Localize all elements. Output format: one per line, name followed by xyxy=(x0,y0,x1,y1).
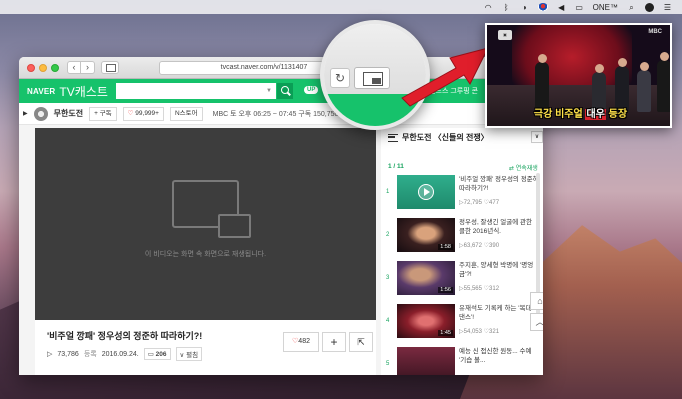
item-stats: ▷55,565 ♡312 xyxy=(459,286,500,292)
pip-logo-icon: ▣ xyxy=(498,30,512,40)
fullscreen-button[interactable] xyxy=(51,64,59,72)
tvcast-logo[interactable]: TV캐스트 xyxy=(59,83,107,100)
search-input[interactable] xyxy=(116,83,276,99)
item-title: '비주얼 깡패' 정우성의 정준하 따라하기?! xyxy=(459,176,539,192)
search-icon[interactable]: ⌕ xyxy=(627,3,636,12)
close-button[interactable] xyxy=(27,64,35,72)
playlist-header: 무한도전 〈신들의 전쟁〉 xyxy=(388,132,489,143)
back-button[interactable]: ‹ xyxy=(67,61,81,74)
playlist-icon xyxy=(388,133,398,142)
item-title: 예능 신 접신한 원동... 수예 '기습 볼... xyxy=(459,348,532,364)
autoplay-toggle[interactable]: ⇄ 연속재생 xyxy=(509,163,538,172)
menu-bar: ◠ ᛒ ◑ ◀ ▭ ONE™ ⌕ ☰ xyxy=(0,0,682,14)
battery-icon[interactable]: ▭ xyxy=(575,3,584,12)
nstore-button[interactable]: N스토어 xyxy=(169,106,203,121)
sidebar-toggle-button[interactable] xyxy=(101,61,119,74)
item-number: 1 xyxy=(386,189,390,195)
home-button[interactable]: ⌂ xyxy=(530,292,543,310)
channel-avatar[interactable] xyxy=(33,106,48,121)
search-dropdown-icon[interactable]: ▼ xyxy=(266,88,272,94)
sync-icon[interactable]: ◑ xyxy=(520,3,529,12)
playlist-count: 1 / 11 xyxy=(388,163,404,170)
bluetooth-icon[interactable]: ᛒ xyxy=(502,3,511,12)
home-icon: ⌂ xyxy=(537,296,543,306)
video-meta: ▷ 73,786 등록 2016.09.24. ▭ 206 ∨ 펼침 xyxy=(47,347,203,361)
channel-like-button[interactable]: ♡ 99,999+ xyxy=(122,106,164,121)
thumbnail[interactable] xyxy=(397,347,455,375)
duration: 1:45 xyxy=(438,330,453,336)
chevron-up-icon: ︿ xyxy=(535,317,543,327)
channel-likes: 99,999+ xyxy=(135,109,159,117)
duration: 1:56 xyxy=(438,287,453,293)
expand-button[interactable]: ∨ 펼침 xyxy=(175,347,203,361)
like-button[interactable]: ♡482 xyxy=(283,332,319,352)
channel-name[interactable]: 무한도전 xyxy=(54,108,83,119)
views-icon: ▷ xyxy=(47,351,53,358)
thumbnail[interactable]: 1:58 xyxy=(397,218,455,252)
duration: 1:58 xyxy=(438,244,453,250)
play-icon xyxy=(418,184,434,200)
list-item[interactable]: 1 '비주얼 깡패' 정우성의 정준하 따라하기?! ▷72,795 ♡477 xyxy=(381,173,539,215)
pip-window[interactable]: ▣ MBC 극강 비주얼 대우 등장 xyxy=(485,23,672,128)
item-title: 정우성, 잘생긴 얼굴에 관한 클한 2016년식. xyxy=(459,219,533,235)
comments-button[interactable]: ▭ 206 xyxy=(143,348,171,360)
item-stats: ▷63,672 ♡390 xyxy=(459,243,500,249)
add-to-playlist-button[interactable]: + xyxy=(322,332,346,352)
video-info: '비주얼 깡패' 정우성의 정준하 따라하기?! ▷ 73,786 등록 201… xyxy=(35,320,376,375)
item-title: 유재석도 기록케 하는 '복대 댄스'! xyxy=(459,305,532,321)
channel-expand-icon[interactable]: ▶ xyxy=(23,110,28,117)
pip-channel-logo: MBC xyxy=(648,29,662,35)
menu-clock[interactable]: ONE™ xyxy=(593,3,618,12)
list-item[interactable]: 3 1:56 주지훈, 양세형 박명에 '명엉금'?! ▷55,565 ♡312 xyxy=(381,259,539,301)
upload-date: 2016.09.24. xyxy=(101,350,139,358)
scroll-top-button[interactable]: ︿ xyxy=(530,313,543,331)
pip-placeholder-small-icon xyxy=(218,214,251,238)
view-count: 73,786 xyxy=(57,350,79,358)
playlist-panel: 무한도전 〈신들의 전쟁〉 ∨ 1 / 11 ⇄ 연속재생 1 '비주얼 깡패'… xyxy=(381,128,543,375)
minimize-button[interactable] xyxy=(39,64,47,72)
comment-icon: ▭ xyxy=(147,351,154,358)
pip-caption: 극강 비주얼 대우 등장 xyxy=(533,109,628,120)
red-arrow xyxy=(401,47,489,107)
item-stats: ▷72,795 ♡477 xyxy=(459,200,500,206)
list-item[interactable]: 4 1:45 유재석도 기록케 하는 '복대 댄스'! ▷54,053 ♡321 xyxy=(381,302,539,344)
video-title: '비주얼 깡패' 정우성의 정준하 따라하기?! xyxy=(47,331,203,341)
item-number: 3 xyxy=(386,275,390,281)
video-player[interactable]: 이 비디오는 화면 속 화면으로 재생됩니다. xyxy=(35,128,376,320)
search-button[interactable] xyxy=(277,83,293,99)
korean-input-icon[interactable] xyxy=(537,3,548,11)
subscribe-button[interactable]: + 구독 xyxy=(89,106,117,121)
wifi-icon[interactable]: ◠ xyxy=(484,3,493,12)
share-button[interactable]: ⇱ xyxy=(349,332,373,352)
item-number: 4 xyxy=(386,318,390,324)
up-badge[interactable]: UP xyxy=(304,86,319,94)
item-number: 5 xyxy=(386,361,390,367)
reload-icon[interactable]: ↻ xyxy=(330,68,350,88)
playlist-title: 무한도전 〈신들의 전쟁〉 xyxy=(402,133,489,142)
pip-message: 이 비디오는 화면 속 화면으로 재생됩니다. xyxy=(144,251,267,258)
thumbnail[interactable]: 1:45 xyxy=(397,304,455,338)
chevron-down-icon: ∨ xyxy=(179,352,185,359)
main-content: 이 비디오는 화면 속 화면으로 재생됩니다. '비주얼 깡패' 정우성의 정준… xyxy=(19,125,543,375)
nav-buttons: ‹ › xyxy=(67,61,95,74)
like-count: 482 xyxy=(298,338,310,345)
pip-button[interactable] xyxy=(354,67,390,89)
naver-logo[interactable]: NAVER xyxy=(27,87,55,96)
collapse-icon[interactable]: ∨ xyxy=(531,131,543,143)
list-item[interactable]: 2 1:58 정우성, 잘생긴 얼굴에 관한 클한 2016년식. ▷63,67… xyxy=(381,216,539,258)
volume-icon[interactable]: ◀ xyxy=(557,3,566,12)
item-title: 주지훈, 양세형 박명에 '명엉금'?! xyxy=(459,262,534,278)
item-stats: ▷54,053 ♡321 xyxy=(459,329,500,335)
date-label: 등록 xyxy=(83,351,97,358)
list-item[interactable]: 5 예능 신 접신한 원동... 수예 '기습 볼... xyxy=(381,345,539,375)
forward-button[interactable]: › xyxy=(81,61,95,74)
plus-icon: + xyxy=(330,335,338,349)
item-number: 2 xyxy=(386,232,390,238)
notification-icon[interactable]: ☰ xyxy=(663,3,672,12)
thumbnail[interactable]: 1:56 xyxy=(397,261,455,295)
thumbnail[interactable] xyxy=(397,175,455,209)
heart-icon: ♡ xyxy=(127,109,134,117)
share-icon: ⇱ xyxy=(357,337,365,347)
user-icon[interactable] xyxy=(645,2,654,12)
